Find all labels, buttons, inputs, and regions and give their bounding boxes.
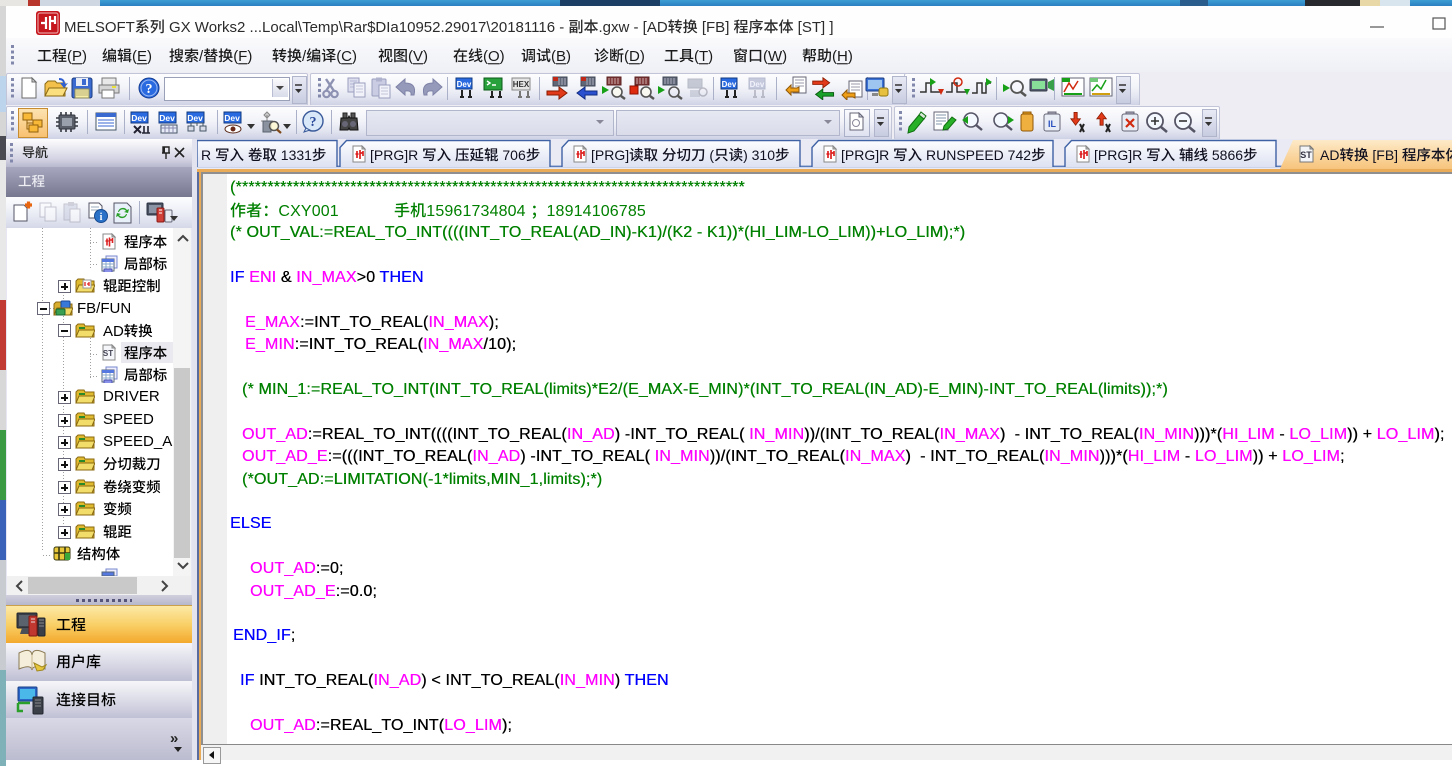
svg-text:/: / (199, 48, 204, 65)
svg-text:(E): (E) (132, 48, 152, 65)
svg-text:AD: AD (1320, 147, 1339, 163)
svg-text:18914106785: 18914106785 (547, 203, 646, 220)
svg-text:i: i (100, 212, 103, 223)
svg-text:(H): (H) (832, 48, 853, 65)
svg-text:(B): (B) (551, 48, 571, 65)
svg-text:HEX: HEX (513, 80, 530, 89)
svg-text:Dev: Dev (750, 80, 765, 89)
svg-text:Dev: Dev (187, 113, 203, 123)
svg-text:GX Works2 ...Local\Temp\Rar$DI: GX Works2 ...Local\Temp\Rar$DIa10952.290… (165, 19, 569, 36)
svg-text:Dev: Dev (224, 113, 240, 123)
svg-text:15961734804: 15961734804 (426, 203, 530, 220)
svg-text:[FB]: [FB] (1369, 147, 1402, 163)
svg-text:(D): (D) (624, 48, 645, 65)
svg-text:?: ? (146, 82, 153, 97)
svg-text:CXY001: CXY001 (278, 203, 393, 220)
svg-text:(W): (W) (763, 48, 787, 65)
svg-text:5866: 5866 (1208, 147, 1243, 163)
svg-text:?: ? (310, 115, 317, 130)
svg-text:Dev: Dev (159, 113, 175, 123)
svg-text:(O): (O) (483, 48, 505, 65)
svg-text:R: R (201, 147, 215, 163)
svg-text:[PRG]R: [PRG]R (841, 147, 893, 163)
svg-text:IL: IL (1048, 119, 1057, 129)
svg-text:ST: ST (1300, 150, 1312, 160)
svg-text:(T): (T) (694, 48, 713, 65)
svg-text:(P): (P) (67, 48, 87, 65)
svg-text:RUNSPEED 742: RUNSPEED 742 (922, 147, 1031, 163)
svg-text:Dev: Dev (457, 80, 472, 89)
svg-text:MELSOFT: MELSOFT (64, 19, 135, 36)
svg-text:[PRG]R: [PRG]R (1094, 147, 1146, 163)
svg-text:(F): (F) (233, 48, 252, 65)
svg-text:.gxw - [AD: .gxw - [AD (599, 19, 668, 36)
svg-text:(C): (C) (336, 48, 357, 65)
svg-text:[PRG]: [PRG] (591, 147, 629, 163)
svg-text:) 310: ) 310 (743, 147, 775, 163)
svg-text:[ST] ]: [ST] ] (794, 19, 834, 36)
svg-text:1331: 1331 (277, 147, 312, 163)
svg-text:[PRG]R: [PRG]R (370, 147, 422, 163)
svg-text:(: ( (706, 147, 715, 163)
svg-text:AD: AD (103, 323, 124, 340)
svg-text:(V): (V) (408, 48, 428, 65)
svg-text:/: / (302, 48, 307, 65)
svg-text:706: 706 (499, 147, 526, 163)
svg-text:Dev: Dev (722, 80, 737, 89)
svg-text:ST: ST (103, 349, 113, 358)
svg-text:[FB]: [FB] (698, 19, 734, 36)
svg-text:Dev: Dev (131, 113, 147, 123)
